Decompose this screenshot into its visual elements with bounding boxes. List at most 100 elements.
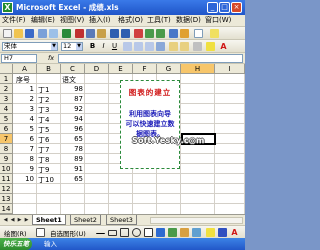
row-header-3[interactable]: 3 xyxy=(0,94,13,104)
draw-fill-color-icon[interactable] xyxy=(206,228,215,237)
close-button[interactable]: × xyxy=(231,2,242,13)
new-icon[interactable] xyxy=(3,29,12,38)
cell-b6[interactable]: 丁5 xyxy=(38,125,49,135)
sheet-tab-1[interactable]: Sheet1 xyxy=(32,215,66,225)
cell-a10[interactable]: 9 xyxy=(13,165,34,173)
sort-descending-icon[interactable] xyxy=(156,29,165,38)
column-header-h[interactable]: H xyxy=(181,64,215,74)
cell-b11[interactable]: 丁10 xyxy=(38,175,54,185)
currency-icon[interactable] xyxy=(169,42,178,51)
name-box[interactable]: H7 xyxy=(1,54,37,63)
sheet-tab-2[interactable]: Sheet2 xyxy=(70,215,101,225)
row-header-12[interactable]: 12 xyxy=(0,184,13,194)
font-color-icon[interactable]: A xyxy=(219,42,228,51)
cell-a8[interactable]: 7 xyxy=(13,145,34,153)
print-preview-icon[interactable] xyxy=(49,29,58,38)
column-header-f[interactable]: F xyxy=(133,64,157,74)
row-header-8[interactable]: 8 xyxy=(0,144,13,154)
row-header-9[interactable]: 9 xyxy=(0,154,13,164)
picture-icon[interactable] xyxy=(192,228,201,237)
next-sheet-icon[interactable]: ▶ xyxy=(16,216,23,224)
align-left-icon[interactable] xyxy=(123,42,132,51)
bold-icon[interactable]: B xyxy=(88,42,97,51)
cell-c8[interactable]: 78 xyxy=(61,145,83,153)
align-center-icon[interactable] xyxy=(134,42,143,51)
cell-b8[interactable]: 丁7 xyxy=(38,145,49,155)
oval-icon[interactable] xyxy=(132,228,141,237)
cell-a1[interactable]: 序号 xyxy=(16,75,30,85)
menu-view[interactable]: 视图(V) xyxy=(60,16,84,25)
cell-b4[interactable]: 丁3 xyxy=(38,105,49,115)
prev-sheet-icon[interactable]: ◀ xyxy=(9,216,16,224)
cell-c4[interactable]: 92 xyxy=(61,105,83,113)
row-header-2[interactable]: 2 xyxy=(0,84,13,94)
horizontal-scrollbar[interactable] xyxy=(150,217,243,224)
borders-icon[interactable] xyxy=(193,42,202,51)
save-icon[interactable] xyxy=(25,29,34,38)
fx-icon[interactable]: fx xyxy=(48,54,54,62)
cell-c2[interactable]: 98 xyxy=(61,85,83,93)
cell-a3[interactable]: 2 xyxy=(13,95,34,103)
cell-b10[interactable]: 丁9 xyxy=(38,165,49,175)
underline-icon[interactable]: U xyxy=(110,42,119,51)
column-header-g[interactable]: G xyxy=(157,64,181,74)
cell-b3[interactable]: 丁2 xyxy=(38,95,49,105)
draw-menu[interactable]: 绘图(R) xyxy=(4,228,27,238)
chevron-down-icon[interactable]: ▼ xyxy=(51,43,57,50)
draw-font-color-icon[interactable]: A xyxy=(230,228,239,237)
menu-data[interactable]: 数据(D) xyxy=(176,16,201,25)
chart-wizard-icon[interactable] xyxy=(169,29,178,38)
cell-a4[interactable]: 3 xyxy=(13,105,34,113)
rectangle-icon[interactable] xyxy=(120,228,129,237)
cell-b5[interactable]: 丁4 xyxy=(38,115,49,125)
taskbar-item[interactable]: 输入 xyxy=(44,239,57,249)
chevron-down-icon[interactable]: ▼ xyxy=(76,43,82,50)
cell-c11[interactable]: 65 xyxy=(61,175,83,183)
row-header-6[interactable]: 6 xyxy=(0,124,13,134)
cell-c6[interactable]: 96 xyxy=(61,125,83,133)
align-right-icon[interactable] xyxy=(145,42,154,51)
cell-c7[interactable]: 65 xyxy=(61,135,83,143)
last-sheet-icon[interactable]: ▶ xyxy=(23,216,30,224)
menu-tools[interactable]: 工具(T) xyxy=(147,16,171,25)
row-header-11[interactable]: 11 xyxy=(0,174,13,184)
fill-color-icon[interactable] xyxy=(206,42,215,51)
merge-center-icon[interactable] xyxy=(156,42,165,51)
cell-b2[interactable]: 丁1 xyxy=(38,85,49,95)
open-icon[interactable] xyxy=(14,29,23,38)
formula-input[interactable] xyxy=(58,54,243,63)
column-header-i[interactable]: I xyxy=(215,64,245,74)
excel-app-icon[interactable]: X xyxy=(2,2,13,13)
zoom-box[interactable] xyxy=(194,29,203,38)
cut-icon[interactable] xyxy=(75,29,84,38)
drawing-icon[interactable] xyxy=(180,29,189,38)
font-size-select[interactable]: 12 ▼ xyxy=(61,42,83,51)
minimize-button[interactable]: _ xyxy=(207,2,218,13)
column-header-c[interactable]: C xyxy=(61,64,85,74)
cell-c1[interactable]: 语文 xyxy=(62,75,76,85)
maximize-button[interactable]: □ xyxy=(219,2,230,13)
diagram-icon[interactable] xyxy=(168,228,177,237)
row-header-14[interactable]: 14 xyxy=(0,204,13,214)
clipart-icon[interactable] xyxy=(180,228,189,237)
cell-c3[interactable]: 87 xyxy=(61,95,83,103)
column-header-e[interactable]: E xyxy=(109,64,133,74)
select-objects-icon[interactable] xyxy=(36,228,45,237)
spelling-icon[interactable] xyxy=(62,29,71,38)
cell-a11[interactable]: 10 xyxy=(13,175,34,183)
sort-ascending-icon[interactable] xyxy=(145,29,154,38)
first-sheet-icon[interactable]: ◀ xyxy=(2,216,9,224)
line-icon[interactable] xyxy=(96,228,105,234)
percent-icon[interactable] xyxy=(180,42,189,51)
cell-b9[interactable]: 丁8 xyxy=(38,155,49,165)
font-name-select[interactable]: 宋体 ▼ xyxy=(2,42,58,51)
row-header-4[interactable]: 4 xyxy=(0,104,13,114)
menu-window[interactable]: 窗口(W) xyxy=(205,16,231,25)
arrow-icon[interactable] xyxy=(108,230,117,236)
wordart-icon[interactable] xyxy=(156,228,165,237)
row-header-7[interactable]: 7 xyxy=(0,134,13,144)
sheet-tab-3[interactable]: Sheet3 xyxy=(106,215,137,225)
cell-a7[interactable]: 6 xyxy=(13,135,34,143)
print-icon[interactable] xyxy=(38,29,47,38)
column-header-d[interactable]: D xyxy=(85,64,109,74)
